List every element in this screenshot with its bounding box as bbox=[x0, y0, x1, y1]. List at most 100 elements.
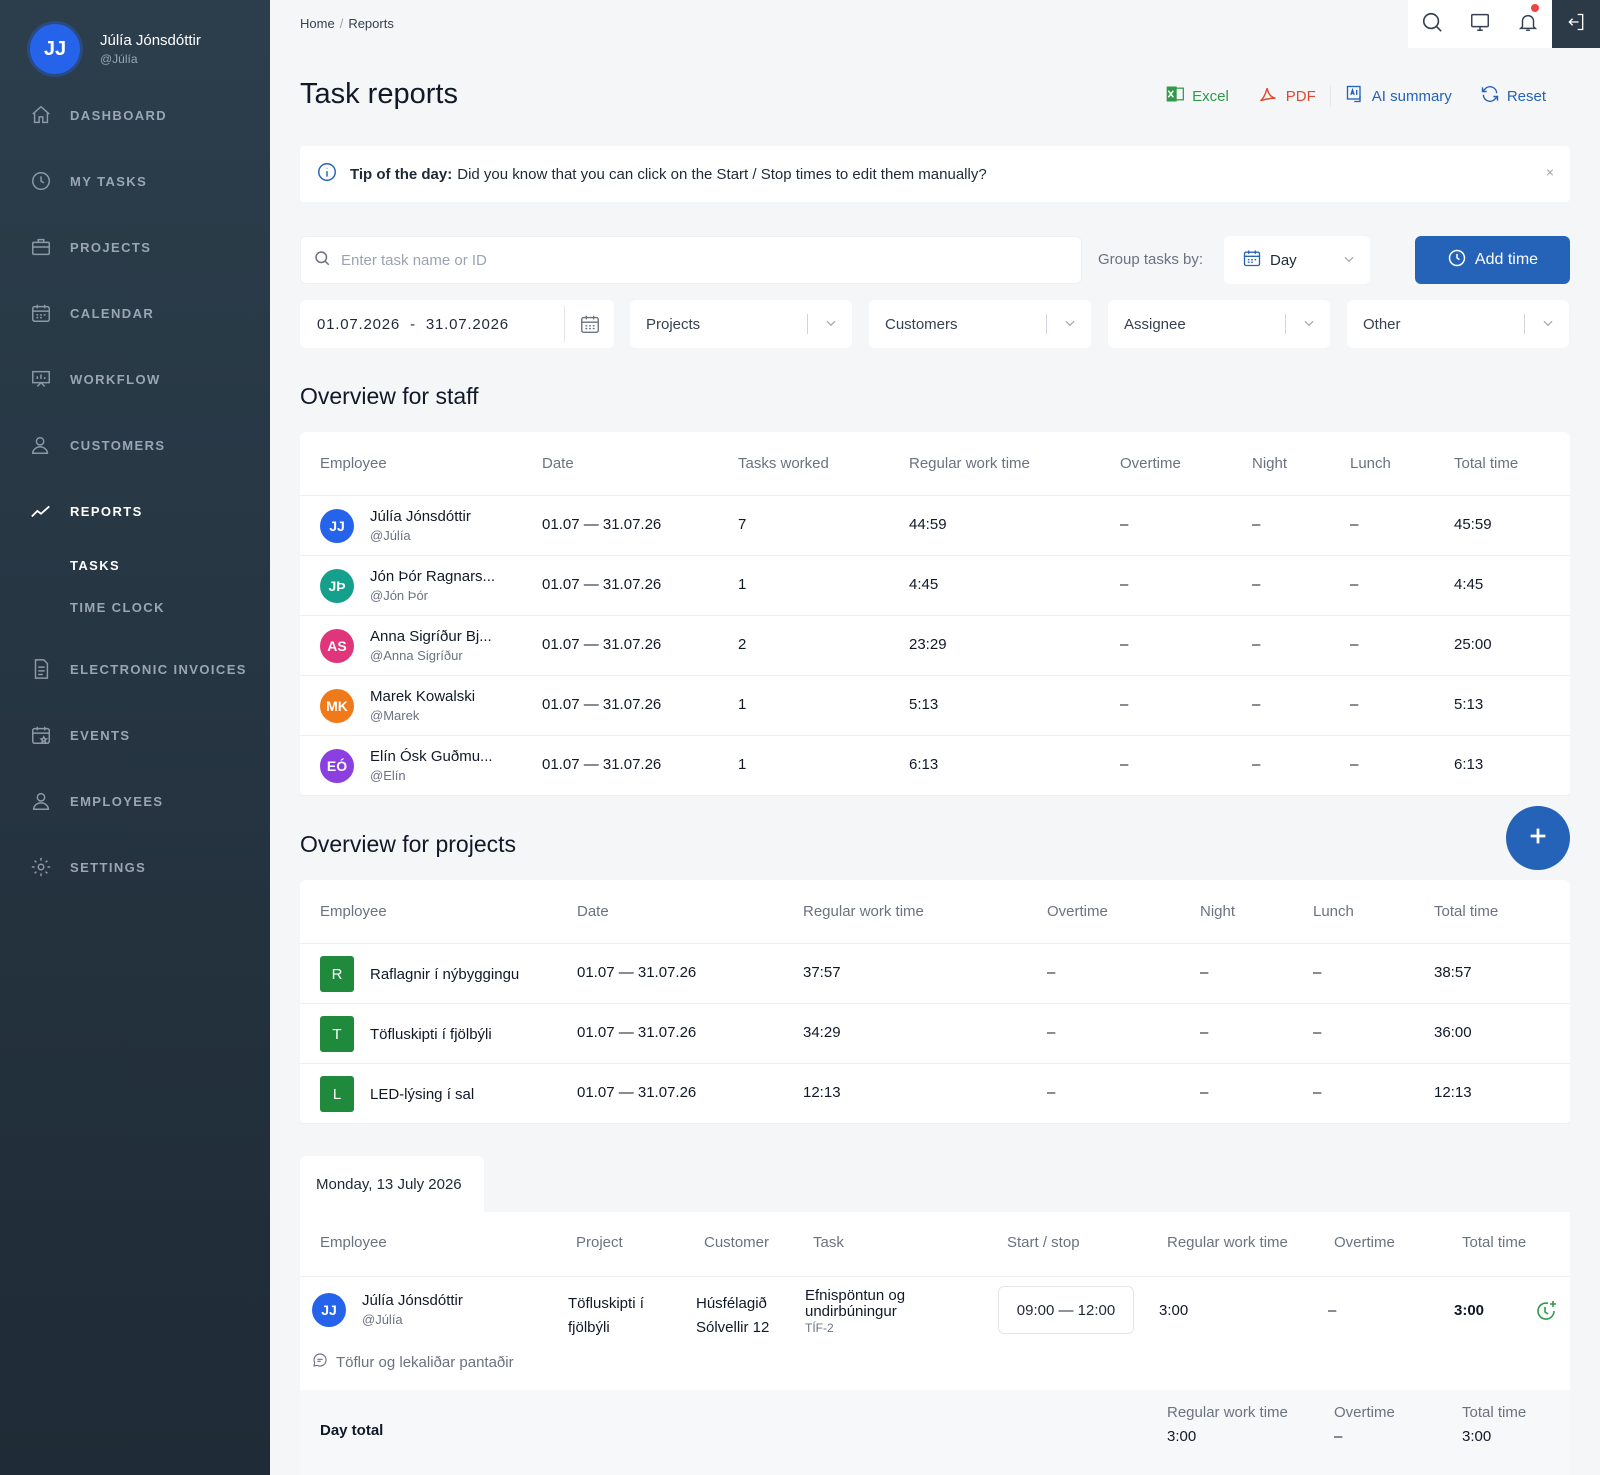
column-header: Overtime bbox=[1120, 455, 1181, 472]
sidebar-item-label: WORKFLOW bbox=[70, 371, 161, 387]
employee-info: Elín Ósk Guðmu... @Elín bbox=[370, 748, 493, 783]
sidebar-subitem-time-clock[interactable]: TIME CLOCK bbox=[0, 586, 270, 628]
logout-button[interactable] bbox=[1552, 0, 1600, 48]
calendar-icon[interactable] bbox=[564, 306, 614, 342]
clock-plus-icon[interactable] bbox=[1534, 1299, 1558, 1328]
employee-name: Marek Kowalski bbox=[370, 688, 476, 705]
sidebar-item-events[interactable]: EVENTS bbox=[0, 702, 270, 768]
cell-total: 36:00 bbox=[1434, 1024, 1472, 1041]
employee-handle: @Júlía bbox=[362, 1312, 403, 1327]
entry-regular: 3:00 bbox=[1159, 1302, 1189, 1319]
add-time-button[interactable]: Add time bbox=[1415, 236, 1570, 284]
filter-bar: 01.07.2026 - 31.07.2026 Projects Custome… bbox=[300, 300, 1570, 348]
breadcrumb: Home / Reports bbox=[300, 16, 394, 31]
clock-icon bbox=[1447, 248, 1467, 273]
other-filter[interactable]: Other bbox=[1347, 300, 1569, 348]
entry-task-line1: Efnispöntun og bbox=[805, 1287, 906, 1304]
cell-date: 01.07 — 31.07.26 bbox=[542, 756, 662, 773]
cell-regular: 5:13 bbox=[909, 696, 939, 713]
group-by-select[interactable]: Day bbox=[1224, 236, 1370, 284]
calendar-star-icon bbox=[30, 724, 52, 746]
close-tip-button[interactable]: × bbox=[1546, 164, 1554, 180]
table-row[interactable]: R Raflagnir í nýbyggingu 01.07 — 31.07.26 3… bbox=[300, 944, 1570, 1004]
avatar: JJ bbox=[320, 508, 354, 543]
cell-date: 01.07 — 31.07.26 bbox=[542, 516, 662, 533]
table-row[interactable]: T Töfluskipti í fjölbýli 01.07 — 31.07.26 3… bbox=[300, 1004, 1570, 1064]
table-row[interactable]: JÞ Jón Þór Ragnars... @Jón Þór 01.07 — 31.0… bbox=[300, 556, 1570, 616]
projects-filter[interactable]: Projects bbox=[630, 300, 852, 348]
group-by-value: Day bbox=[1270, 251, 1297, 269]
sidebar-item-settings[interactable]: SETTINGS bbox=[0, 834, 270, 900]
export-pdf-button[interactable]: PDF bbox=[1243, 84, 1330, 108]
sidebar-item-projects[interactable]: PROJECTS bbox=[0, 214, 270, 280]
column-header: Customer bbox=[704, 1234, 770, 1251]
chevron-down-icon bbox=[1342, 252, 1356, 270]
table-row[interactable]: MK Marek Kowalski @Marek 01.07 — 31.07.26 1 5… bbox=[300, 676, 1570, 736]
cell-tasks: 1 bbox=[738, 756, 747, 773]
divider bbox=[1285, 314, 1286, 334]
sidebar-item-invoices[interactable]: ELECTRONIC INVOICES bbox=[0, 636, 270, 702]
table-row[interactable]: EÓ Elín Ósk Guðmu... @Elín 01.07 — 31.07.26… bbox=[300, 736, 1570, 796]
cell-overtime: – bbox=[1120, 576, 1129, 593]
employee-cell: AS Anna Sigríður Bj... @Anna Sigríður bbox=[320, 628, 492, 663]
day-total-total: 3:00 bbox=[1462, 1428, 1492, 1445]
assignee-filter[interactable]: Assignee bbox=[1108, 300, 1330, 348]
sidebar-item-reports[interactable]: REPORTS bbox=[0, 478, 270, 544]
employee-name: Elín Ósk Guðmu... bbox=[370, 748, 493, 765]
table-row[interactable]: L LED-lýsing í sal 01.07 — 31.07.26 12:13 – –… bbox=[300, 1064, 1570, 1124]
page-title: Task reports bbox=[300, 78, 458, 110]
cell-overtime: – bbox=[1047, 1084, 1056, 1101]
column-header: Employee bbox=[320, 1234, 387, 1251]
employee-info: Júlía Jónsdóttir @Júlía bbox=[370, 508, 471, 543]
sidebar-item-employees[interactable]: EMPLOYEES bbox=[0, 768, 270, 834]
export-excel-button[interactable]: Excel bbox=[1151, 84, 1243, 108]
day-tab[interactable]: Monday, 13 July 2026 bbox=[300, 1156, 484, 1212]
sidebar-subitem-tasks[interactable]: TASKS bbox=[0, 544, 270, 586]
notifications-button[interactable] bbox=[1504, 0, 1552, 48]
reset-button[interactable]: Reset bbox=[1466, 84, 1560, 108]
entry-comment: Töflur og lekaliðar pantaðir bbox=[312, 1352, 514, 1372]
column-header: Date bbox=[577, 903, 609, 920]
avatar: EÓ bbox=[320, 748, 354, 783]
monitor-button[interactable] bbox=[1456, 0, 1504, 48]
search-button[interactable] bbox=[1408, 0, 1456, 48]
staff-overview-title: Overview for staff bbox=[300, 383, 479, 409]
avatar: JÞ bbox=[320, 568, 354, 603]
entry-employee: JJ Júlía Jónsdóttir @Júlía bbox=[312, 1292, 463, 1327]
sidebar-item-calendar[interactable]: CALENDAR bbox=[0, 280, 270, 346]
search-input[interactable] bbox=[341, 251, 1041, 269]
start-stop-button[interactable]: 09:00 — 12:00 bbox=[998, 1286, 1134, 1334]
cell-overtime: – bbox=[1120, 756, 1129, 773]
table-row[interactable]: AS Anna Sigríður Bj... @Anna Sigríður 01.07… bbox=[300, 616, 1570, 676]
project-info: Raflagnir í nýbyggingu bbox=[370, 966, 519, 983]
divider bbox=[1046, 314, 1047, 334]
sidebar-item-dashboard[interactable]: DASHBOARD bbox=[0, 82, 270, 148]
ai-summary-button[interactable]: AI summary bbox=[1331, 84, 1466, 108]
sidebar-item-customers[interactable]: CUSTOMERS bbox=[0, 412, 270, 478]
entry-task[interactable]: Efnispöntun og undirbúningur TÍF-2 bbox=[805, 1288, 905, 1336]
calendar-icon bbox=[1242, 248, 1262, 272]
excel-label: Excel bbox=[1192, 87, 1229, 105]
breadcrumb-home[interactable]: Home bbox=[300, 16, 335, 31]
entry-project[interactable]: Töfluskipti í fjölbýli bbox=[568, 1292, 644, 1340]
column-header: Total time bbox=[1462, 1234, 1527, 1251]
ai-summary-label: AI summary bbox=[1371, 87, 1452, 105]
sidebar-item-workflow[interactable]: WORKFLOW bbox=[0, 346, 270, 412]
tip-banner: Tip of the day: Did you know that you ca… bbox=[300, 146, 1570, 202]
employee-info: Júlía Jónsdóttir @Júlía bbox=[362, 1292, 463, 1327]
add-fab-button[interactable] bbox=[1506, 806, 1570, 870]
notification-dot bbox=[1531, 4, 1539, 12]
column-header: Total time bbox=[1454, 455, 1519, 472]
customers-filter[interactable]: Customers bbox=[869, 300, 1091, 348]
user-profile[interactable]: JJ Júlía Jónsdóttir @Júlía bbox=[30, 24, 201, 74]
cell-date: 01.07 — 31.07.26 bbox=[577, 1084, 697, 1101]
cell-night: – bbox=[1252, 696, 1261, 713]
search-icon bbox=[313, 249, 331, 272]
cell-regular: 6:13 bbox=[909, 756, 939, 773]
table-row[interactable]: JJ Júlía Jónsdóttir @Júlía 01.07 — 31.07.26… bbox=[300, 496, 1570, 556]
tip-label: Tip of the day: bbox=[350, 165, 453, 183]
entry-customer[interactable]: Húsfélagið Sólvellir 12 bbox=[696, 1292, 769, 1340]
date-range-picker[interactable]: 01.07.2026 - 31.07.2026 bbox=[300, 300, 614, 348]
cell-regular: 34:29 bbox=[803, 1024, 841, 1041]
sidebar-item-my-tasks[interactable]: MY TASKS bbox=[0, 148, 270, 214]
